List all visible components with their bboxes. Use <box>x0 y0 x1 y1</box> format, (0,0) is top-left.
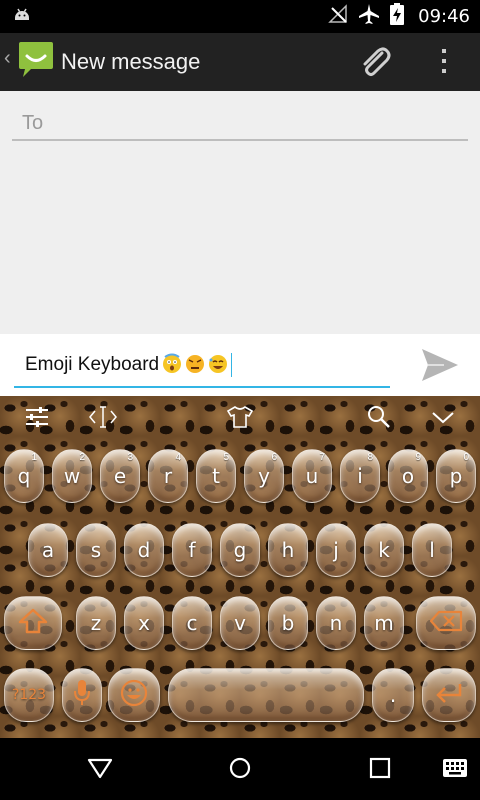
smiley-icon <box>119 678 149 713</box>
home-icon[interactable] <box>228 756 252 785</box>
message-text: Emoji Keyboard <box>25 354 160 375</box>
key-f[interactable]: f <box>172 523 212 577</box>
key-b[interactable]: b <box>268 596 308 650</box>
shift-key[interactable] <box>4 596 62 650</box>
key-z[interactable]: z <box>76 596 116 650</box>
hide-keyboard-icon[interactable] <box>430 404 456 435</box>
page-title: New message <box>61 49 201 74</box>
backspace-key[interactable] <box>416 596 476 650</box>
key-p[interactable]: 0p <box>436 449 476 503</box>
settings-sliders-icon[interactable] <box>24 404 50 435</box>
microphone-icon <box>72 678 92 713</box>
backspace-icon <box>429 610 463 637</box>
status-bar: 09:46 <box>0 0 480 33</box>
message-bar: Emoji Keyboard <box>0 334 480 396</box>
key-j[interactable]: j <box>316 523 356 577</box>
overflow-menu-icon[interactable] <box>436 45 452 82</box>
battery-charging-icon <box>390 3 405 30</box>
text-cursor <box>231 353 233 377</box>
key-h[interactable]: h <box>268 523 308 577</box>
key-e[interactable]: 3e <box>100 449 140 503</box>
key-l[interactable]: l <box>412 523 452 577</box>
key-g[interactable]: g <box>220 523 260 577</box>
period-key[interactable]: . <box>372 668 414 722</box>
symbols-key[interactable]: ?123 <box>4 668 54 722</box>
keyboard-toolbar <box>0 396 480 440</box>
key-q[interactable]: 1q <box>4 449 44 503</box>
attach-icon[interactable] <box>356 43 394 86</box>
no-signal-icon <box>328 4 348 29</box>
search-icon[interactable] <box>366 404 392 435</box>
key-a[interactable]: a <box>28 523 68 577</box>
key-x[interactable]: x <box>124 596 164 650</box>
enter-icon <box>434 681 464 710</box>
messaging-app-icon[interactable] <box>17 41 55 86</box>
key-y[interactable]: 6y <box>244 449 284 503</box>
key-s[interactable]: s <box>76 523 116 577</box>
status-time: 09:46 <box>418 6 470 27</box>
key-o[interactable]: 9o <box>388 449 428 503</box>
microphone-key[interactable] <box>62 668 102 722</box>
theme-shirt-icon[interactable] <box>226 404 254 435</box>
key-n[interactable]: n <box>316 596 356 650</box>
key-i[interactable]: 8i <box>340 449 380 503</box>
space-bar[interactable] <box>168 668 364 722</box>
angry-emoji <box>184 352 206 379</box>
key-v[interactable]: v <box>220 596 260 650</box>
key-m[interactable]: m <box>364 596 404 650</box>
key-r[interactable]: 4r <box>148 449 188 503</box>
send-icon[interactable] <box>420 346 460 389</box>
android-icon <box>12 7 32 32</box>
recipient-field[interactable] <box>12 109 468 141</box>
action-bar: ‹ New message <box>0 33 480 91</box>
emoji-key[interactable] <box>108 668 160 722</box>
message-input[interactable]: Emoji Keyboard <box>14 344 390 388</box>
key-c[interactable]: c <box>172 596 212 650</box>
emoji-keyboard: 1q 2w 3e 4r 5t 6y 7u 8i 9o 0p a s d f g … <box>0 396 480 738</box>
keyboard-switch-icon[interactable] <box>442 758 468 783</box>
back-icon[interactable] <box>86 756 114 785</box>
shift-icon <box>18 608 48 639</box>
key-t[interactable]: 5t <box>196 449 236 503</box>
enter-key[interactable] <box>422 668 476 722</box>
astonished-emoji <box>161 352 183 379</box>
key-w[interactable]: 2w <box>52 449 92 503</box>
recents-icon[interactable] <box>368 756 392 785</box>
recipient-input[interactable] <box>12 109 468 137</box>
cursor-move-icon[interactable] <box>88 404 118 435</box>
compose-area <box>0 91 480 334</box>
laughing-emoji <box>207 352 229 379</box>
key-d[interactable]: d <box>124 523 164 577</box>
key-u[interactable]: 7u <box>292 449 332 503</box>
navigation-bar <box>0 738 480 800</box>
airplane-mode-icon <box>358 3 380 30</box>
key-k[interactable]: k <box>364 523 404 577</box>
back-caret-icon[interactable]: ‹ <box>4 47 11 70</box>
